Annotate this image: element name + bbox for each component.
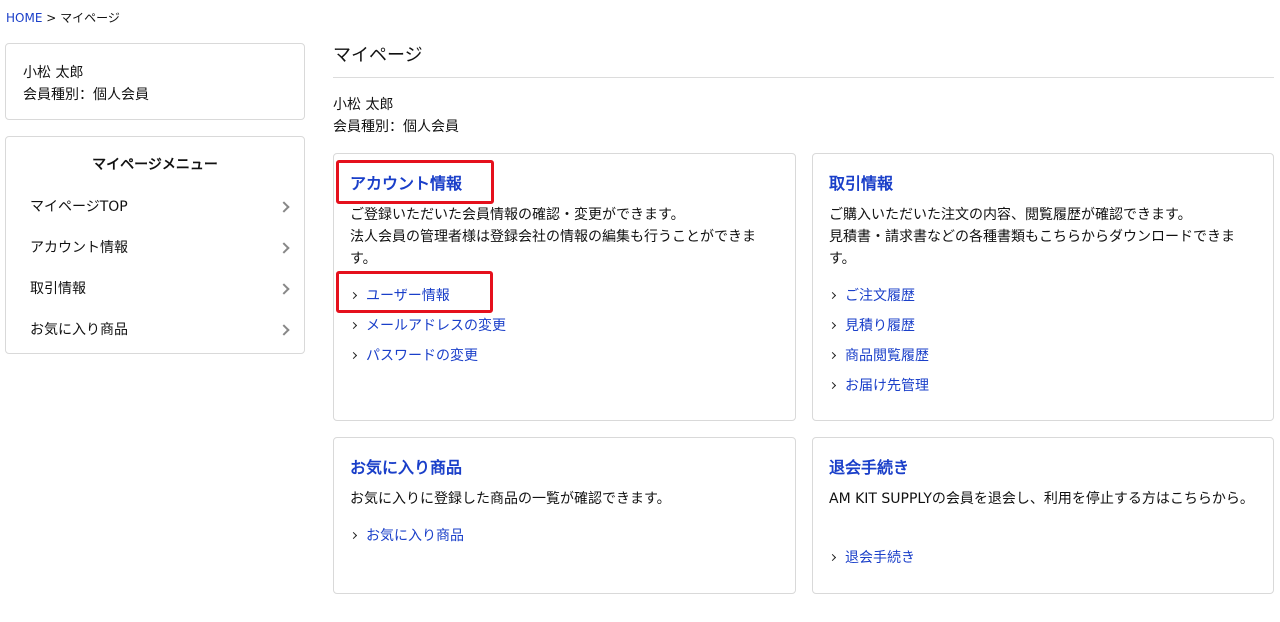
card-trade-desc: ご購入いただいた注文の内容、閲覧履歴が確認できます。 見積書・請求書などの各種書… [829,207,1235,267]
sidebar-item-label: アカウント情報 [30,240,128,256]
chevron-right-icon [828,291,837,300]
quote-history-link[interactable]: 見積り履歴 [845,318,915,334]
list-item: ご注文履歴 [828,286,929,316]
sidebar-member-type: 会員種別：個人会員 [23,87,149,103]
change-email-link[interactable]: メールアドレスの変更 [366,318,506,334]
card-favorites: お気に入り商品 お気に入りに登録した商品の一覧が確認できます。 お気に入り商品 [333,437,796,594]
list-item: お気に入り商品 [349,526,464,556]
chevron-right-icon [828,381,837,390]
chevron-right-icon [349,531,358,540]
chevron-right-icon [349,291,358,300]
card-account-title[interactable]: アカウント情報 [350,172,462,196]
card-favorites-desc: お気に入りに登録した商品の一覧が確認できます。 [350,491,671,507]
sidebar-user-name: 小松 太郎 [23,65,84,81]
list-item: ユーザー情報 [349,286,506,316]
list-item: 商品閲覧履歴 [828,346,929,376]
sidebar-item-label: 取引情報 [30,281,86,297]
card-withdraw-desc: AM KIT SUPPLYの会員を退会し、利用を停止する方はこちらから。 [829,491,1254,507]
browse-history-link[interactable]: 商品閲覧履歴 [845,348,929,364]
chevron-right-icon [349,351,358,360]
card-trade-title[interactable]: 取引情報 [829,172,893,196]
chevron-right-icon [278,242,290,254]
card-favorites-title[interactable]: お気に入り商品 [350,456,462,480]
sidebar-item-mypage-top[interactable]: マイページTOP [6,193,304,234]
list-item: 見積り履歴 [828,316,929,346]
sidebar-item-label: お気に入り商品 [30,322,128,338]
card-account-info: アカウント情報 ご登録いただいた会員情報の確認・変更ができます。 法人会員の管理… [333,153,796,421]
breadcrumb-separator: > [42,11,61,25]
card-withdraw-title[interactable]: 退会手続き [829,456,909,480]
order-history-link[interactable]: ご注文履歴 [845,288,915,304]
card-withdraw-links: 退会手続き [828,548,915,578]
card-trade-links: ご注文履歴 見積り履歴 商品閲覧履歴 お届け先管理 [828,286,929,406]
chevron-right-icon [278,324,290,336]
card-withdraw: 退会手続き AM KIT SUPPLYの会員を退会し、利用を停止する方はこちらか… [812,437,1274,594]
sidebar-item-account[interactable]: アカウント情報 [6,234,304,275]
title-divider [333,77,1274,78]
card-favorites-links: お気に入り商品 [349,526,464,556]
user-info-link[interactable]: ユーザー情報 [366,288,450,304]
delivery-address-link[interactable]: お届け先管理 [845,378,929,394]
main-user-name: 小松 太郎 [333,97,394,113]
breadcrumb: HOME > マイページ [6,10,120,26]
chevron-right-icon [278,283,290,295]
list-item: パスワードの変更 [349,346,506,376]
card-account-desc: ご登録いただいた会員情報の確認・変更ができます。 法人会員の管理者様は登録会社の… [350,207,756,267]
list-item: 退会手続き [828,548,915,578]
withdraw-link[interactable]: 退会手続き [845,550,915,566]
sidebar-item-label: マイページTOP [30,199,128,215]
chevron-right-icon [278,201,290,213]
sidebar-item-trade[interactable]: 取引情報 [6,275,304,316]
sidebar-user-info: 小松 太郎 会員種別：個人会員 [5,43,305,120]
change-password-link[interactable]: パスワードの変更 [366,348,478,364]
chevron-right-icon [828,351,837,360]
chevron-right-icon [349,321,358,330]
sidebar-menu-title: マイページメニュー [92,157,218,173]
page-title: マイページ [333,45,423,66]
main-member-type: 会員種別：個人会員 [333,119,459,135]
card-trade-info: 取引情報 ご購入いただいた注文の内容、閲覧履歴が確認できます。 見積書・請求書な… [812,153,1274,421]
sidebar-item-favorites[interactable]: お気に入り商品 [6,316,304,357]
sidebar-menu: マイページメニュー マイページTOP アカウント情報 取引情報 お気に入り商品 [5,136,305,354]
card-account-links: ユーザー情報 メールアドレスの変更 パスワードの変更 [349,286,506,376]
favorites-link[interactable]: お気に入り商品 [366,528,464,544]
list-item: お届け先管理 [828,376,929,406]
breadcrumb-current: マイページ [60,11,120,25]
list-item: メールアドレスの変更 [349,316,506,346]
chevron-right-icon [828,553,837,562]
chevron-right-icon [828,321,837,330]
main-user-info: 小松 太郎 会員種別：個人会員 [333,94,459,138]
breadcrumb-home-link[interactable]: HOME [6,11,42,25]
